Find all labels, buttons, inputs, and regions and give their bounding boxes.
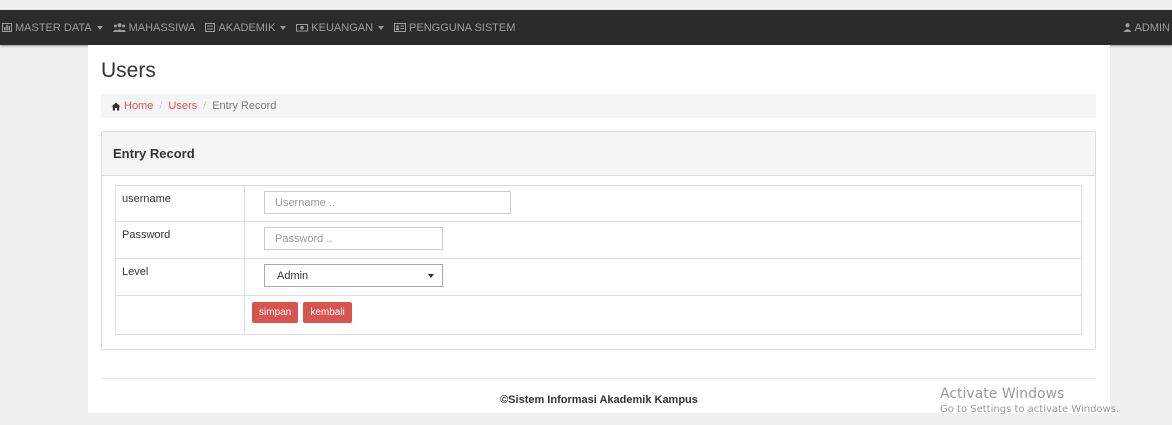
level-cell: Admin <box>244 258 1082 296</box>
breadcrumb-users-link[interactable]: Users <box>168 100 197 112</box>
form-row-actions: simpan kembali <box>115 295 1082 335</box>
panel-heading: Entry Record <box>102 132 1095 176</box>
entry-record-panel: Entry Record username Password Level Adm… <box>101 131 1096 350</box>
username-cell <box>244 185 1082 222</box>
user-card-icon <box>394 23 407 32</box>
nav-mahasiswa-label: MAHASSIWA <box>128 21 196 34</box>
top-navbar: MASTER DATA MAHASSIWA AKADEMIK KEUANGAN <box>0 10 1172 45</box>
breadcrumb-home-link[interactable]: Home <box>124 100 153 112</box>
level-selected-value: Admin <box>277 269 309 282</box>
actions-empty-cell <box>115 295 245 335</box>
bar-chart-icon <box>2 23 12 32</box>
username-input[interactable] <box>264 191 511 214</box>
back-button[interactable]: kembali <box>303 302 352 323</box>
chevron-down-icon <box>96 25 103 30</box>
save-button[interactable]: simpan <box>252 302 299 323</box>
nav-master-data[interactable]: MASTER DATA <box>0 10 113 45</box>
level-label: Level <box>115 258 245 296</box>
user-menu[interactable]: ADMIN <box>1123 22 1172 34</box>
form-row-username: username <box>115 185 1082 222</box>
nav-mahasiswa[interactable]: MAHASSIWA <box>112 10 206 45</box>
form-row-level: Level Admin <box>115 258 1082 296</box>
main-container: Users Home / Users / Entry Record Entry … <box>88 45 1110 413</box>
chevron-down-icon <box>280 25 287 30</box>
home-icon <box>111 102 121 110</box>
chevron-down-icon <box>428 273 434 278</box>
footer-divider <box>101 378 1096 379</box>
user-menu-label: ADMIN <box>1134 21 1170 34</box>
chevron-down-icon <box>378 25 385 30</box>
nav-pengguna-sistem[interactable]: PENGGUNA SISTEM <box>394 10 525 45</box>
watermark-title: Activate Windows <box>940 386 1065 402</box>
entry-form-table: username Password Level Admin <box>115 185 1082 335</box>
breadcrumb-separator: / <box>159 100 163 112</box>
watermark-subtitle: Go to Settings to activate Windows. <box>940 404 1120 415</box>
breadcrumb-separator: / <box>203 100 207 112</box>
activate-windows-watermark: Activate Windows Go to Settings to activ… <box>940 386 1119 417</box>
page-title: Users <box>101 59 156 82</box>
users-icon <box>112 23 126 32</box>
password-label: Password <box>115 221 245 259</box>
username-label: username <box>115 185 245 222</box>
nav-pengguna-sistem-label: PENGGUNA SISTEM <box>409 21 516 34</box>
breadcrumb-current: Entry Record <box>212 100 277 112</box>
password-cell <box>244 221 1082 259</box>
form-row-password: Password <box>115 221 1082 259</box>
money-icon <box>296 24 309 32</box>
level-select[interactable]: Admin <box>264 264 443 287</box>
list-icon <box>205 23 216 32</box>
nav-akademik-label: AKADEMIK <box>218 21 276 34</box>
actions-cell: simpan kembali <box>244 295 1082 335</box>
nav-keuangan-label: KEUANGAN <box>311 21 374 34</box>
password-input[interactable] <box>264 227 443 250</box>
nav-master-data-label: MASTER DATA <box>15 21 92 34</box>
breadcrumb: Home / Users / Entry Record <box>101 94 1096 118</box>
user-icon <box>1123 23 1132 32</box>
nav-akademik[interactable]: AKADEMIK <box>205 10 296 45</box>
nav-keuangan[interactable]: KEUANGAN <box>296 10 394 45</box>
